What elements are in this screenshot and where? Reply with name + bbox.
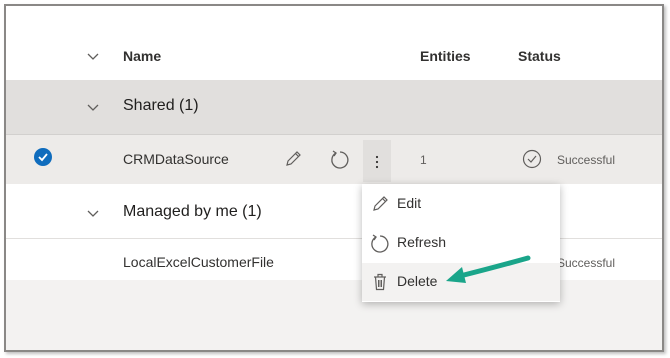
checkmark-icon bbox=[38, 153, 48, 162]
menu-item-label: Delete bbox=[397, 273, 438, 289]
status-text: Successful bbox=[557, 153, 616, 167]
data-source-name[interactable]: LocalExcelCustomerFile bbox=[123, 254, 274, 270]
refresh-icon bbox=[371, 234, 389, 253]
more-icon bbox=[375, 155, 379, 169]
edit-icon[interactable] bbox=[283, 149, 303, 169]
row-selected-checkbox[interactable] bbox=[34, 148, 52, 166]
refresh-icon[interactable] bbox=[329, 149, 351, 171]
group-label: Shared (1) bbox=[123, 97, 199, 114]
group-header-managed[interactable]: Managed by me (1) bbox=[6, 186, 662, 239]
column-header-name[interactable]: Name bbox=[123, 48, 161, 64]
entities-count: 1 bbox=[420, 153, 427, 167]
checkmark-circle-icon bbox=[522, 149, 542, 169]
column-header-entities[interactable]: Entities bbox=[420, 48, 471, 64]
chevron-down-icon[interactable] bbox=[85, 205, 101, 221]
data-source-name[interactable]: CRMDataSource bbox=[123, 151, 229, 167]
more-actions-button[interactable] bbox=[363, 140, 391, 182]
annotation-arrow bbox=[446, 255, 531, 283]
delete-icon bbox=[374, 273, 386, 291]
chevron-down-icon[interactable] bbox=[85, 48, 101, 64]
table-row[interactable]: CRMDataSource 1 Successful bbox=[6, 134, 662, 184]
menu-item-label: Edit bbox=[397, 195, 422, 211]
data-sources-panel: Name Entities Status Shared (1) CRMDataS… bbox=[4, 4, 664, 352]
table-row[interactable]: LocalExcelCustomerFile Successful bbox=[6, 239, 662, 285]
column-header-status[interactable]: Status bbox=[518, 48, 561, 64]
menu-item-edit[interactable]: Edit bbox=[362, 185, 560, 223]
status-text: Successful bbox=[557, 256, 616, 270]
group-label: Managed by me (1) bbox=[123, 203, 262, 220]
menu-item-label: Refresh bbox=[397, 234, 447, 250]
chevron-down-icon[interactable] bbox=[85, 99, 101, 115]
group-header-shared[interactable]: Shared (1) bbox=[6, 80, 662, 134]
edit-icon bbox=[373, 196, 388, 211]
column-header-row: Name Entities Status bbox=[6, 34, 662, 78]
